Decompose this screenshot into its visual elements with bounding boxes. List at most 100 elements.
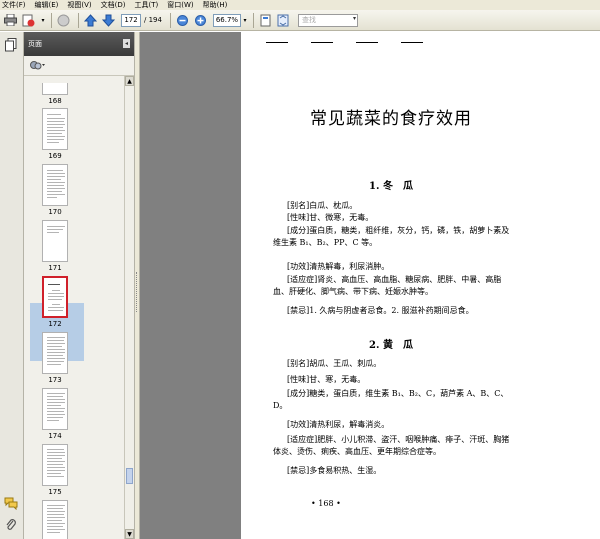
pages-panel-button[interactable] [4, 38, 18, 52]
thumbnail-label: 170 [48, 208, 62, 216]
paragraph: [禁忌]1. 久病与阴虚者忌食。2. 服滋补药期间忌食。 [287, 306, 474, 315]
thumbnail-page [42, 164, 68, 206]
thumbnail-label: 175 [48, 488, 62, 496]
navigation-rail [0, 32, 24, 539]
toolbar-separator [51, 12, 52, 28]
create-pdf-button[interactable] [21, 13, 36, 28]
section-heading: 2. 黄 瓜 [369, 340, 413, 351]
options-icon[interactable] [30, 60, 46, 71]
comments-button[interactable] [4, 496, 18, 510]
toolbar-separator [169, 12, 171, 28]
plus-circle-icon [194, 14, 206, 26]
paragraph: [别名]胡瓜、王瓜、刺瓜。 [287, 359, 382, 368]
speech-bubbles-icon [4, 497, 18, 510]
paragraph: [成分]糖类，蛋白质，维生素 B₁、B₂、C，葫芦素 A、B、C、D。 [273, 389, 509, 410]
pages-panel: 页面 ◂ 168 169 170 171 172 173 174 175 ▲ ▼ [24, 32, 134, 539]
expand-icon [277, 14, 289, 26]
globe-icon [57, 14, 70, 26]
thumbnail-label: 168 [48, 97, 62, 105]
thumbnail-label: 173 [48, 376, 62, 384]
thumbnail[interactable]: 175 [42, 444, 70, 496]
thumbnail[interactable]: 170 [42, 164, 70, 216]
thumbnail-label: 171 [48, 264, 62, 272]
thumbnail-page [42, 276, 68, 318]
thumbnail-page [42, 108, 68, 150]
menu-view[interactable]: 视图(V) [67, 0, 91, 10]
paragraph: [功效]清热利尿，解毒消炎。 [287, 420, 390, 429]
paragraph: [禁忌]多食易积热、生湿。 [287, 466, 382, 475]
paragraph: [适应症]肾炎、高血压、高血脂、糖尿病、肥胖、中暑、高脂血、肝硬化、脚气病、带下… [273, 275, 502, 296]
minus-circle-icon [176, 14, 188, 26]
fit-page-button[interactable] [258, 13, 273, 28]
menu-edit[interactable]: 编辑(E) [35, 0, 59, 10]
next-page-button[interactable] [101, 13, 116, 28]
splitter-grip[interactable] [136, 272, 138, 312]
thumbnail-page [42, 332, 68, 374]
thumbnail-page [42, 220, 68, 262]
thumbnail[interactable]: 171 [42, 220, 70, 272]
thumbnail-label: 172 [48, 320, 62, 328]
document-page: 常见蔬菜的食疗效用 1. 冬 瓜 [别名]白瓜、枕瓜。 [性味]甘、微寒，无毒。… [241, 32, 600, 539]
thumbnail-scrollbar[interactable]: ▲ ▼ [124, 76, 134, 539]
thumbnail-selected[interactable]: 172 [42, 276, 70, 328]
thumbnail[interactable] [42, 500, 70, 539]
paragraph: [别名]白瓜、枕瓜。 [287, 201, 358, 210]
menu-tools[interactable]: 工具(T) [135, 0, 159, 10]
thumbnail-label: 174 [48, 432, 62, 440]
thumbnail-page [42, 500, 68, 539]
menu-file[interactable]: 文件(F) [2, 0, 26, 10]
collapse-panel-button[interactable]: ◂ [123, 39, 130, 48]
scroll-down-button[interactable]: ▼ [125, 529, 134, 539]
page-title: 常见蔬菜的食疗效用 [310, 109, 472, 129]
zoom-out-button[interactable] [175, 13, 190, 28]
zoom-dropdown-arrow[interactable]: ▾ [241, 14, 249, 27]
previous-page-button[interactable] [83, 13, 98, 28]
menu-help[interactable]: 帮助(H) [203, 0, 228, 10]
paragraph: [性味]甘、微寒，无毒。 [287, 213, 374, 222]
thumbnail[interactable]: 169 [42, 108, 70, 160]
paragraph: [适应症]肥胖、小儿积滞、盗汗、咽喉肿痛、痱子、汗斑、胸猪体炎、烫伤、痢疾、高血… [273, 435, 510, 456]
thumbnail[interactable]: 168 [42, 83, 70, 105]
document-view[interactable]: 常见蔬菜的食疗效用 1. 冬 瓜 [别名]白瓜、枕瓜。 [性味]甘、微寒，无毒。… [140, 32, 600, 539]
menu-document[interactable]: 文档(D) [101, 0, 126, 10]
page-fit-icon [260, 14, 271, 26]
attachments-button[interactable] [4, 518, 18, 532]
toolbar: ▾ 172 / 194 66.7% ▾ 查找 ▾ [0, 10, 600, 31]
section-heading: 1. 冬 瓜 [369, 181, 413, 192]
search-input[interactable]: 查找 ▾ [297, 13, 358, 27]
page-total-label: / 194 [144, 16, 162, 24]
zoom-level-input[interactable]: 66.7% [212, 13, 241, 27]
printer-icon [4, 14, 17, 26]
search-dropdown-arrow[interactable]: ▾ [353, 15, 356, 22]
thumbnail-page [42, 83, 68, 95]
pages-panel-header: 页面 ◂ [24, 32, 134, 56]
panel-options-bar [24, 56, 134, 76]
page-number-input[interactable]: 172 [121, 13, 141, 27]
print-button[interactable] [3, 13, 18, 28]
pages-panel-title: 页面 [28, 40, 42, 48]
paragraph: [功效]清热解毒，利尿消肿。 [287, 262, 390, 271]
toolbar-separator [78, 12, 79, 28]
arrow-up-icon [84, 13, 97, 26]
thumbnail-label: 169 [48, 152, 62, 160]
create-document-icon [22, 14, 35, 26]
search-placeholder: 查找 [301, 16, 316, 24]
thumbnail[interactable]: 174 [42, 388, 70, 440]
thumbnail-page [42, 388, 68, 430]
zoom-in-button[interactable] [193, 13, 208, 28]
create-dropdown-arrow[interactable]: ▾ [39, 14, 47, 27]
pages-icon [5, 38, 17, 52]
share-button[interactable] [56, 13, 71, 28]
full-screen-button[interactable] [276, 13, 291, 28]
toolbar-separator [252, 12, 254, 28]
thumbnail-list[interactable]: 168 169 170 171 172 173 174 175 [24, 76, 124, 539]
thumbnail-page [42, 444, 68, 486]
arrow-down-icon [102, 14, 115, 27]
menu-window[interactable]: 窗口(W) [167, 0, 193, 10]
thumbnail[interactable]: 173 [42, 332, 70, 384]
scroll-thumb[interactable] [126, 468, 133, 484]
paragraph: [性味]甘、寒，无毒。 [287, 375, 366, 384]
paperclip-icon [6, 519, 16, 530]
page-number: • 168 • [311, 499, 341, 508]
scroll-up-button[interactable]: ▲ [125, 76, 134, 86]
